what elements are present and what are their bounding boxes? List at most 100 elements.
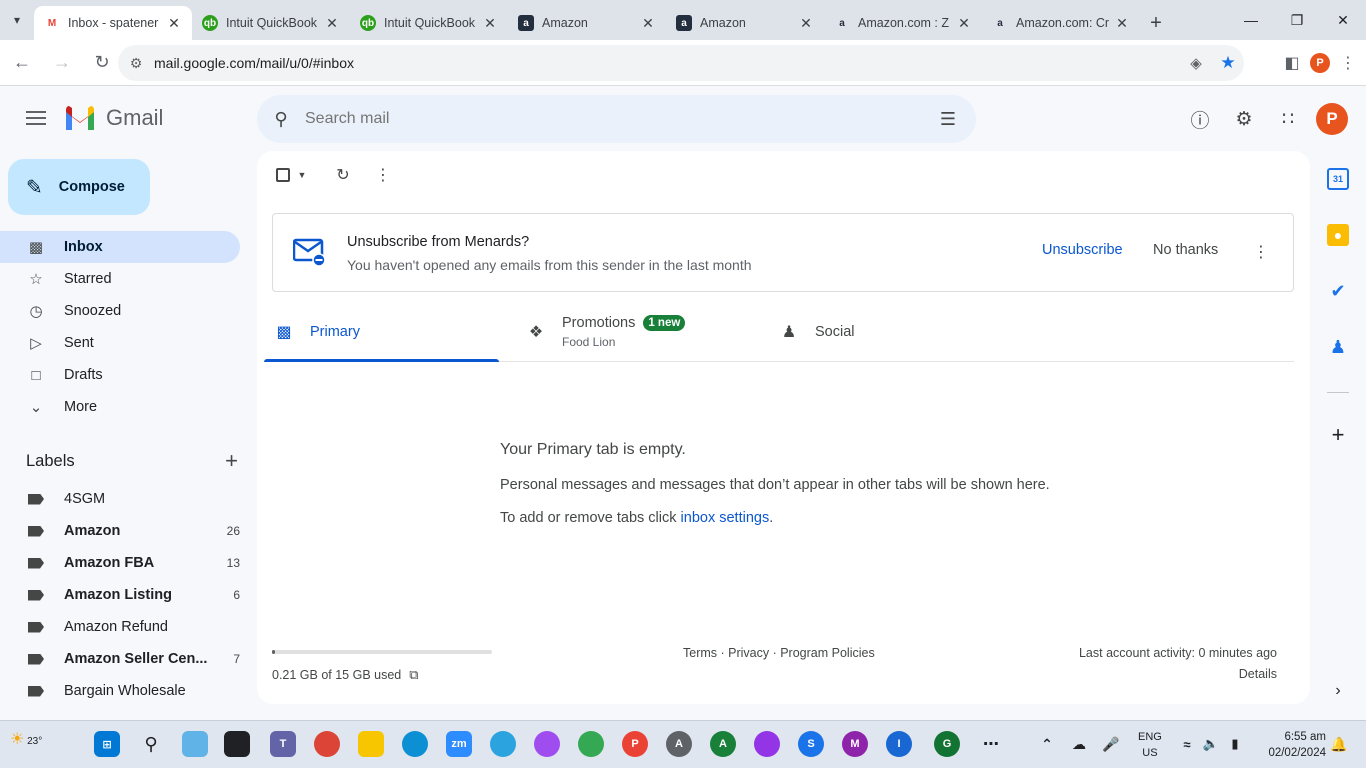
label-item[interactable]: Bargain Wholesale — [0, 675, 240, 707]
close-icon[interactable]: ✕ — [324, 15, 340, 32]
compose-button[interactable]: ✎ Compose — [8, 159, 150, 215]
reload-icon[interactable]: ↻ — [84, 45, 120, 81]
help-icon[interactable]: ⓘ — [1178, 97, 1222, 141]
browser-menu-icon[interactable]: ⋮ — [1330, 53, 1366, 73]
add-label-icon[interactable]: + — [225, 448, 238, 474]
url-text[interactable]: mail.google.com/mail/u/0/#inbox — [154, 55, 1180, 71]
zoom-icon[interactable]: zm — [446, 731, 472, 757]
browser-tab-2[interactable]: qb Intuit QuickBook ✕ — [192, 6, 350, 40]
expand-chevron-icon[interactable]: › — [1327, 680, 1349, 702]
telegram-icon[interactable] — [490, 731, 516, 757]
password-key-icon[interactable]: ◈ — [1180, 54, 1212, 72]
details-link[interactable]: Details — [1079, 667, 1277, 681]
settings-gear-icon[interactable]: ⚙ — [1222, 97, 1266, 141]
address-bar[interactable]: ⚙ mail.google.com/mail/u/0/#inbox ◈ ★ — [118, 45, 1244, 81]
messenger-icon[interactable] — [534, 731, 560, 757]
gmail-logo[interactable]: Gmail — [64, 105, 163, 131]
calendar-icon[interactable]: 31 — [1327, 168, 1349, 190]
photos-icon[interactable] — [182, 731, 208, 757]
label-item[interactable]: Amazon Listing 6 — [0, 579, 240, 611]
chrome-profile-icon[interactable]: S — [798, 731, 824, 757]
inbox-settings-link[interactable]: inbox settings — [681, 510, 770, 526]
unsubscribe-button[interactable]: Unsubscribe — [1042, 242, 1123, 258]
taskbar-search-icon[interactable]: ⚲ — [138, 731, 164, 757]
browser-tab-1[interactable]: M Inbox - spatener ✕ — [34, 6, 192, 40]
wifi-icon[interactable]: ≈ — [1174, 731, 1200, 757]
close-icon[interactable]: ✕ — [956, 15, 972, 32]
minimize-icon[interactable]: — — [1228, 0, 1274, 40]
apps-grid-icon[interactable]: ∷ — [1266, 97, 1310, 141]
search-options-icon[interactable]: ☰ — [920, 109, 976, 130]
label-item[interactable]: Amazon Refund — [0, 611, 240, 643]
more-options-icon[interactable]: ⋮ — [363, 165, 403, 185]
contacts-icon[interactable]: ♟ — [1327, 336, 1349, 358]
search-icon[interactable]: ⚲ — [257, 109, 305, 130]
chrome-profile-icon[interactable] — [754, 731, 780, 757]
label-item[interactable]: Amazon FBA 13 — [0, 547, 240, 579]
chrome-profile-icon[interactable]: A — [666, 731, 692, 757]
close-icon[interactable]: ✕ — [1114, 15, 1130, 32]
start-icon[interactable]: ⊞ — [94, 731, 120, 757]
edge-icon[interactable] — [402, 731, 428, 757]
bookmark-star-icon[interactable]: ★ — [1212, 53, 1244, 73]
select-dropdown-icon[interactable]: ▼ — [293, 165, 311, 185]
nav-item-snoozed[interactable]: ◷ Snoozed — [0, 295, 240, 327]
footer-links[interactable]: Terms · Privacy · Program Policies — [683, 646, 875, 660]
battery-icon[interactable]: ▮ — [1222, 731, 1248, 757]
tray-overflow-icon[interactable]: ⌃ — [1034, 731, 1060, 757]
nav-item-more[interactable]: ⌄ More — [0, 391, 240, 423]
account-avatar[interactable]: P — [1316, 103, 1348, 135]
task-view-icon[interactable] — [224, 731, 250, 757]
close-icon[interactable]: ✕ — [798, 15, 814, 32]
file-explorer-icon[interactable] — [358, 731, 384, 757]
tab-social[interactable]: ♟ Social — [769, 303, 1019, 361]
chrome-profile-icon[interactable]: P — [622, 731, 648, 757]
tab-search-button[interactable]: ▾ — [0, 0, 34, 40]
back-icon[interactable]: ← — [4, 45, 40, 81]
teams-icon[interactable]: T — [270, 731, 296, 757]
notification-bell-icon[interactable]: 🔔 — [1326, 731, 1352, 757]
close-window-icon[interactable]: ✕ — [1320, 0, 1366, 40]
tab-primary[interactable]: ▩ Primary — [264, 303, 499, 362]
nav-item-starred[interactable]: ☆ Starred — [0, 263, 240, 295]
open-external-icon[interactable]: ⧉ — [409, 667, 418, 683]
system-clock[interactable]: 6:55 am 02/02/2024 — [1268, 729, 1326, 761]
side-panel-icon[interactable]: ◧ — [1274, 53, 1310, 73]
tasks-icon[interactable]: ✔ — [1327, 280, 1349, 302]
close-icon[interactable]: ✕ — [482, 15, 498, 32]
label-item[interactable]: Amazon Seller Cen... 7 — [0, 643, 240, 675]
browser-tab-7[interactable]: a Amazon.com: Cr ✕ — [982, 6, 1140, 40]
language-indicator[interactable]: ENG US — [1138, 729, 1162, 761]
chrome-profile-icon[interactable]: A — [710, 731, 736, 757]
microphone-icon[interactable]: 🎤 — [1098, 731, 1124, 757]
volume-icon[interactable]: 🔈 — [1198, 731, 1224, 757]
chrome-profile-icon[interactable] — [578, 731, 604, 757]
label-item[interactable]: 4SGM — [0, 483, 240, 515]
select-all-checkbox[interactable] — [273, 165, 293, 185]
browser-tab-4[interactable]: a Amazon ✕ — [508, 6, 666, 40]
search-input[interactable] — [305, 110, 920, 128]
chrome-profile-icon[interactable]: M — [842, 731, 868, 757]
banner-more-icon[interactable]: ⋮ — [1253, 242, 1269, 262]
chrome-profile-icon[interactable]: G — [934, 731, 960, 757]
nav-item-sent[interactable]: ▷ Sent — [0, 327, 240, 359]
new-tab-button[interactable]: + — [1140, 6, 1172, 40]
nav-item-inbox[interactable]: ▩ Inbox — [0, 231, 240, 263]
more-apps-icon[interactable]: ⋯ — [978, 731, 1004, 757]
site-info-icon[interactable]: ⚙ — [118, 55, 154, 72]
chrome-icon[interactable] — [314, 731, 340, 757]
close-icon[interactable]: ✕ — [166, 15, 182, 32]
main-menu-icon[interactable] — [24, 107, 48, 131]
weather-widget[interactable]: ☀ 23° — [10, 729, 42, 749]
search-bar[interactable]: ⚲ ☰ — [257, 95, 976, 143]
onedrive-icon[interactable]: ☁ — [1066, 731, 1092, 757]
browser-tab-5[interactable]: a Amazon ✕ — [666, 6, 824, 40]
no-thanks-button[interactable]: No thanks — [1153, 242, 1218, 258]
chrome-profile-icon[interactable]: I — [886, 731, 912, 757]
browser-profile-avatar[interactable]: P — [1310, 53, 1330, 73]
refresh-icon[interactable]: ↻ — [323, 165, 363, 185]
close-icon[interactable]: ✕ — [640, 15, 656, 32]
nav-item-drafts[interactable]: □ Drafts — [0, 359, 240, 391]
forward-icon[interactable]: → — [44, 45, 80, 81]
keep-icon[interactable]: ● — [1327, 224, 1349, 246]
